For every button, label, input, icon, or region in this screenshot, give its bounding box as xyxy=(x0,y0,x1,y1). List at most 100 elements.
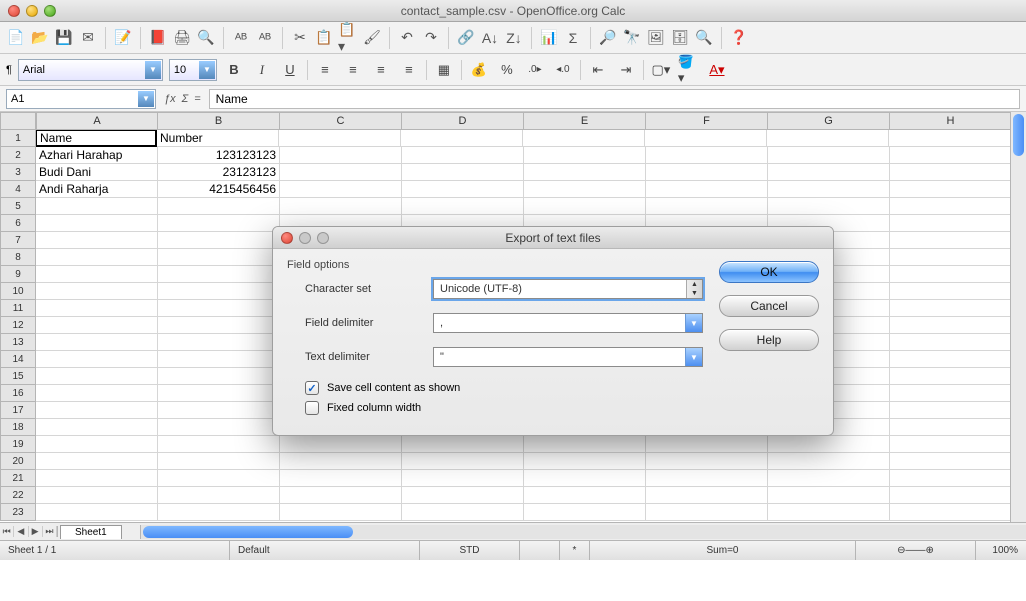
chart-icon[interactable]: 📊 xyxy=(539,28,559,48)
cell-A10[interactable] xyxy=(36,283,158,300)
row-header-20[interactable]: 20 xyxy=(0,453,36,470)
save-icon[interactable]: 💾 xyxy=(54,28,74,48)
ok-button[interactable]: OK xyxy=(719,261,819,283)
row-header-19[interactable]: 19 xyxy=(0,436,36,453)
print-icon[interactable]: 🖨 xyxy=(172,28,192,48)
font-name-select[interactable]: Arial▼ xyxy=(18,59,163,81)
row-header-21[interactable]: 21 xyxy=(0,470,36,487)
cell-D2[interactable] xyxy=(402,147,524,164)
cell-B15[interactable] xyxy=(158,368,280,385)
cell-B6[interactable] xyxy=(158,215,280,232)
bold-button[interactable]: B xyxy=(223,59,245,81)
cell-G20[interactable] xyxy=(768,453,890,470)
cell-A17[interactable] xyxy=(36,402,158,419)
cell-F1[interactable] xyxy=(645,130,767,147)
cell-B11[interactable] xyxy=(158,300,280,317)
cell-A1[interactable]: Name xyxy=(36,130,157,147)
cell-H16[interactable] xyxy=(890,385,1010,402)
cell-D4[interactable] xyxy=(402,181,524,198)
cell-D5[interactable] xyxy=(402,198,524,215)
zoom-window-button[interactable] xyxy=(44,5,56,17)
cell-F21[interactable] xyxy=(646,470,768,487)
cell-D21[interactable] xyxy=(402,470,524,487)
cut-icon[interactable]: ✂ xyxy=(290,28,310,48)
fixed-width-checkbox[interactable] xyxy=(305,401,319,415)
align-right-button[interactable]: ≡ xyxy=(370,59,392,81)
column-header-B[interactable]: B xyxy=(158,112,280,130)
cell-A3[interactable]: Budi Dani xyxy=(36,164,158,181)
cell-A11[interactable] xyxy=(36,300,158,317)
cell-B16[interactable] xyxy=(158,385,280,402)
cell-E20[interactable] xyxy=(524,453,646,470)
open-icon[interactable]: 📂 xyxy=(30,28,50,48)
column-header-D[interactable]: D xyxy=(402,112,524,130)
vertical-scrollbar[interactable] xyxy=(1010,112,1026,522)
cell-C2[interactable] xyxy=(280,147,402,164)
cell-G2[interactable] xyxy=(768,147,890,164)
cell-A18[interactable] xyxy=(36,419,158,436)
row-header-10[interactable]: 10 xyxy=(0,283,36,300)
dialog-close-button[interactable] xyxy=(281,232,293,244)
row-header-18[interactable]: 18 xyxy=(0,419,36,436)
formula-input[interactable]: Name xyxy=(209,89,1020,109)
cell-C19[interactable] xyxy=(280,436,402,453)
row-header-17[interactable]: 17 xyxy=(0,402,36,419)
cell-E5[interactable] xyxy=(524,198,646,215)
status-zoom[interactable]: 100% xyxy=(976,541,1026,560)
column-header-F[interactable]: F xyxy=(646,112,768,130)
cell-B13[interactable] xyxy=(158,334,280,351)
cell-E2[interactable] xyxy=(524,147,646,164)
charset-combo[interactable]: Unicode (UTF-8) ▲▼ xyxy=(433,279,703,299)
print-preview-icon[interactable]: 🔍 xyxy=(196,28,216,48)
cell-H8[interactable] xyxy=(890,249,1010,266)
mail-icon[interactable]: ✉ xyxy=(78,28,98,48)
cell-H9[interactable] xyxy=(890,266,1010,283)
cell-B5[interactable] xyxy=(158,198,280,215)
save-as-shown-checkbox[interactable]: ✓ xyxy=(305,381,319,395)
cell-G5[interactable] xyxy=(768,198,890,215)
cell-B3[interactable]: 23123123 xyxy=(158,164,280,181)
styles-icon[interactable]: ¶ xyxy=(6,64,12,76)
cell-F19[interactable] xyxy=(646,436,768,453)
cell-D23[interactable] xyxy=(402,504,524,521)
cell-H10[interactable] xyxy=(890,283,1010,300)
merge-cells-button[interactable]: ▦ xyxy=(433,59,455,81)
field-delimiter-combo[interactable]: , ▼ xyxy=(433,313,703,333)
select-all-corner[interactable] xyxy=(0,112,36,130)
cell-H11[interactable] xyxy=(890,300,1010,317)
column-header-G[interactable]: G xyxy=(768,112,890,130)
cell-F22[interactable] xyxy=(646,487,768,504)
zoom-icon[interactable]: 🔍 xyxy=(694,28,714,48)
cell-G1[interactable] xyxy=(767,130,889,147)
align-justify-button[interactable]: ≡ xyxy=(398,59,420,81)
cell-C1[interactable] xyxy=(279,130,401,147)
cell-E1[interactable] xyxy=(523,130,645,147)
cell-H2[interactable] xyxy=(890,147,1010,164)
cell-E23[interactable] xyxy=(524,504,646,521)
row-header-15[interactable]: 15 xyxy=(0,368,36,385)
cell-H21[interactable] xyxy=(890,470,1010,487)
cell-C20[interactable] xyxy=(280,453,402,470)
sort-desc-icon[interactable]: Z↓ xyxy=(504,28,524,48)
row-header-22[interactable]: 22 xyxy=(0,487,36,504)
cell-E3[interactable] xyxy=(524,164,646,181)
cell-H6[interactable] xyxy=(890,215,1010,232)
cell-H13[interactable] xyxy=(890,334,1010,351)
cell-A16[interactable] xyxy=(36,385,158,402)
remove-decimal-button[interactable]: ◂.0 xyxy=(552,59,574,81)
cell-G4[interactable] xyxy=(768,181,890,198)
row-header-8[interactable]: 8 xyxy=(0,249,36,266)
cell-A15[interactable] xyxy=(36,368,158,385)
cell-A4[interactable]: Andi Raharja xyxy=(36,181,158,198)
cell-B1[interactable]: Number xyxy=(157,130,279,147)
cell-B8[interactable] xyxy=(158,249,280,266)
cell-B18[interactable] xyxy=(158,419,280,436)
cell-B12[interactable] xyxy=(158,317,280,334)
column-header-A[interactable]: A xyxy=(36,112,158,130)
cell-F23[interactable] xyxy=(646,504,768,521)
cell-B14[interactable] xyxy=(158,351,280,368)
cell-B19[interactable] xyxy=(158,436,280,453)
align-left-button[interactable]: ≡ xyxy=(314,59,336,81)
cell-C21[interactable] xyxy=(280,470,402,487)
column-header-E[interactable]: E xyxy=(524,112,646,130)
